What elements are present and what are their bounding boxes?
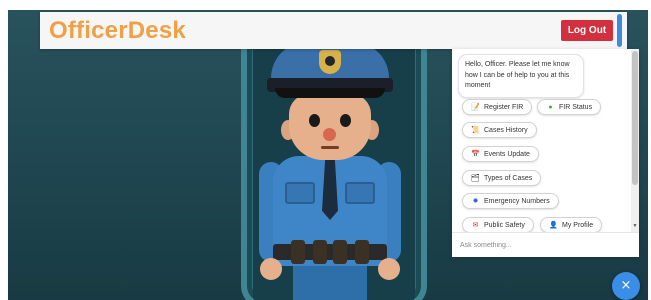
status-icon: ● (548, 103, 553, 111)
close-chat-button[interactable]: × (612, 272, 640, 300)
register-fir-option[interactable]: 📝 Register FIR (462, 99, 533, 115)
chat-scrollbar[interactable]: ▼ (631, 49, 639, 232)
chat-messages[interactable]: Hello, Officer. Please let me know how I… (452, 49, 630, 232)
police-badge-icon (319, 50, 341, 74)
chatbot-panel: Hello, Officer. Please let me know how I… (452, 49, 639, 257)
app-header: OfficerDesk Log Out (40, 12, 627, 49)
calendar-icon: 📅 (471, 151, 480, 158)
public-safety-option[interactable]: ✉ Public Safety (462, 217, 534, 232)
events-update-option[interactable]: 📅 Events Update (462, 146, 539, 162)
document-icon: 📝 (471, 104, 480, 111)
siren-icon: ✹ (472, 198, 479, 205)
chat-input[interactable] (452, 232, 639, 257)
person-icon: 👤 (549, 222, 558, 229)
logout-button[interactable]: Log Out (561, 20, 613, 41)
history-icon: 📜 (471, 127, 480, 134)
envelope-icon: ✉ (472, 222, 479, 229)
police-officer-illustration (255, 40, 405, 300)
brand-logo[interactable]: OfficerDesk (49, 17, 186, 45)
cases-history-option[interactable]: 📜 Cases History (462, 122, 537, 138)
my-profile-option[interactable]: 👤 My Profile (540, 217, 603, 232)
folder-icon: 🗂 (471, 175, 480, 182)
emergency-numbers-option[interactable]: ✹ Emergency Numbers (462, 193, 559, 209)
fir-status-option[interactable]: ● FIR Status (537, 99, 602, 115)
scrollbar-thumb[interactable] (632, 51, 638, 185)
bot-greeting-message: Hello, Officer. Please let me know how I… (458, 54, 584, 98)
types-of-cases-option[interactable]: 🗂 Types of Cases (462, 170, 542, 186)
scroll-down-arrow-icon[interactable]: ▼ (632, 223, 638, 229)
header-accent (617, 14, 622, 47)
